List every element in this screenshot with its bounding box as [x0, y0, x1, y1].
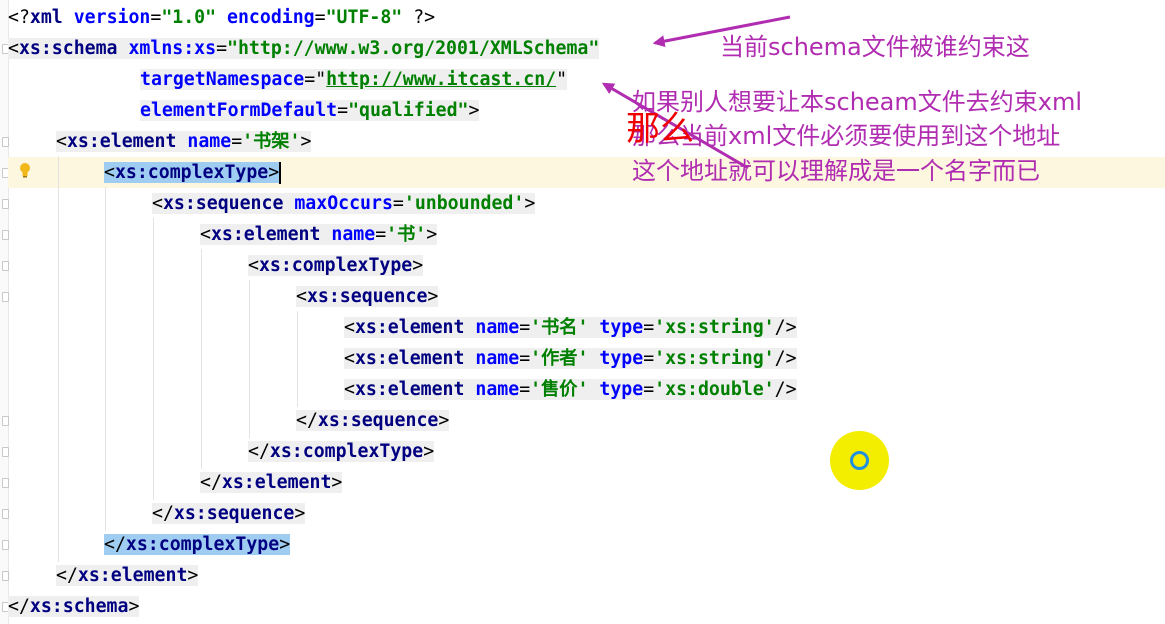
cursor-dot [850, 451, 869, 470]
annotation-note-4: 这个地址就可以理解成是一个名字而已 [632, 157, 1040, 185]
mouse-cursor-highlight-icon [830, 431, 889, 490]
annotation-note-2: 如果别人想要让本scheam文件去约束xml [632, 88, 1083, 116]
red-handwritten-mark: 那么 [626, 109, 694, 149]
annotation-note-1: 当前schema文件被谁约束这 [720, 33, 1030, 61]
annotation-note-3: 那么当前xml文件必须要使用到这个地址 [632, 122, 1061, 150]
